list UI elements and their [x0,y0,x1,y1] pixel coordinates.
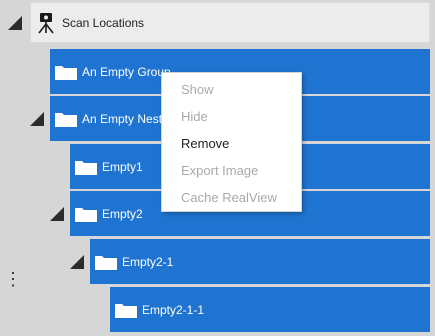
panel-splitter-grip[interactable]: ⋮ [4,270,22,288]
tree-node-empty2-1-1[interactable]: Empty2-1-1 [110,287,430,332]
menu-item-cache-realview: Cache RealView [181,190,277,205]
tree-root-label: Scan Locations [62,15,145,30]
expand-toggle-an-empty-nest[interactable] [30,112,44,126]
tree-node-label: Empty2 [102,206,143,221]
tree-node-label: Empty2-1 [122,254,174,269]
folder-icon [95,255,117,270]
folder-icon [55,65,77,80]
tree-root-scan-locations[interactable]: Scan Locations [30,2,430,43]
root-expand-toggle[interactable] [8,16,22,30]
folder-icon [75,160,97,175]
tree-node-label: An Empty Group [82,64,171,79]
menu-item-show: Show [181,82,214,97]
folder-icon [55,112,77,127]
context-menu: Show Hide Remove Export Image Cache Real… [161,72,302,212]
expand-toggle-empty2[interactable] [50,207,64,221]
tree-node-label: An Empty Nest [82,111,163,126]
tree-node-empty2-1[interactable]: Empty2-1 [90,239,430,284]
tree-node-label: Empty1 [102,159,143,174]
scanner-tripod-icon [38,12,54,33]
folder-icon [115,303,137,318]
folder-icon [75,207,97,222]
tree-node-label: Empty2-1-1 [142,302,205,317]
menu-item-remove[interactable]: Remove [181,136,229,151]
menu-item-export-image: Export Image [181,163,259,178]
expand-toggle-empty2-1[interactable] [70,255,84,269]
menu-item-hide: Hide [181,109,208,124]
